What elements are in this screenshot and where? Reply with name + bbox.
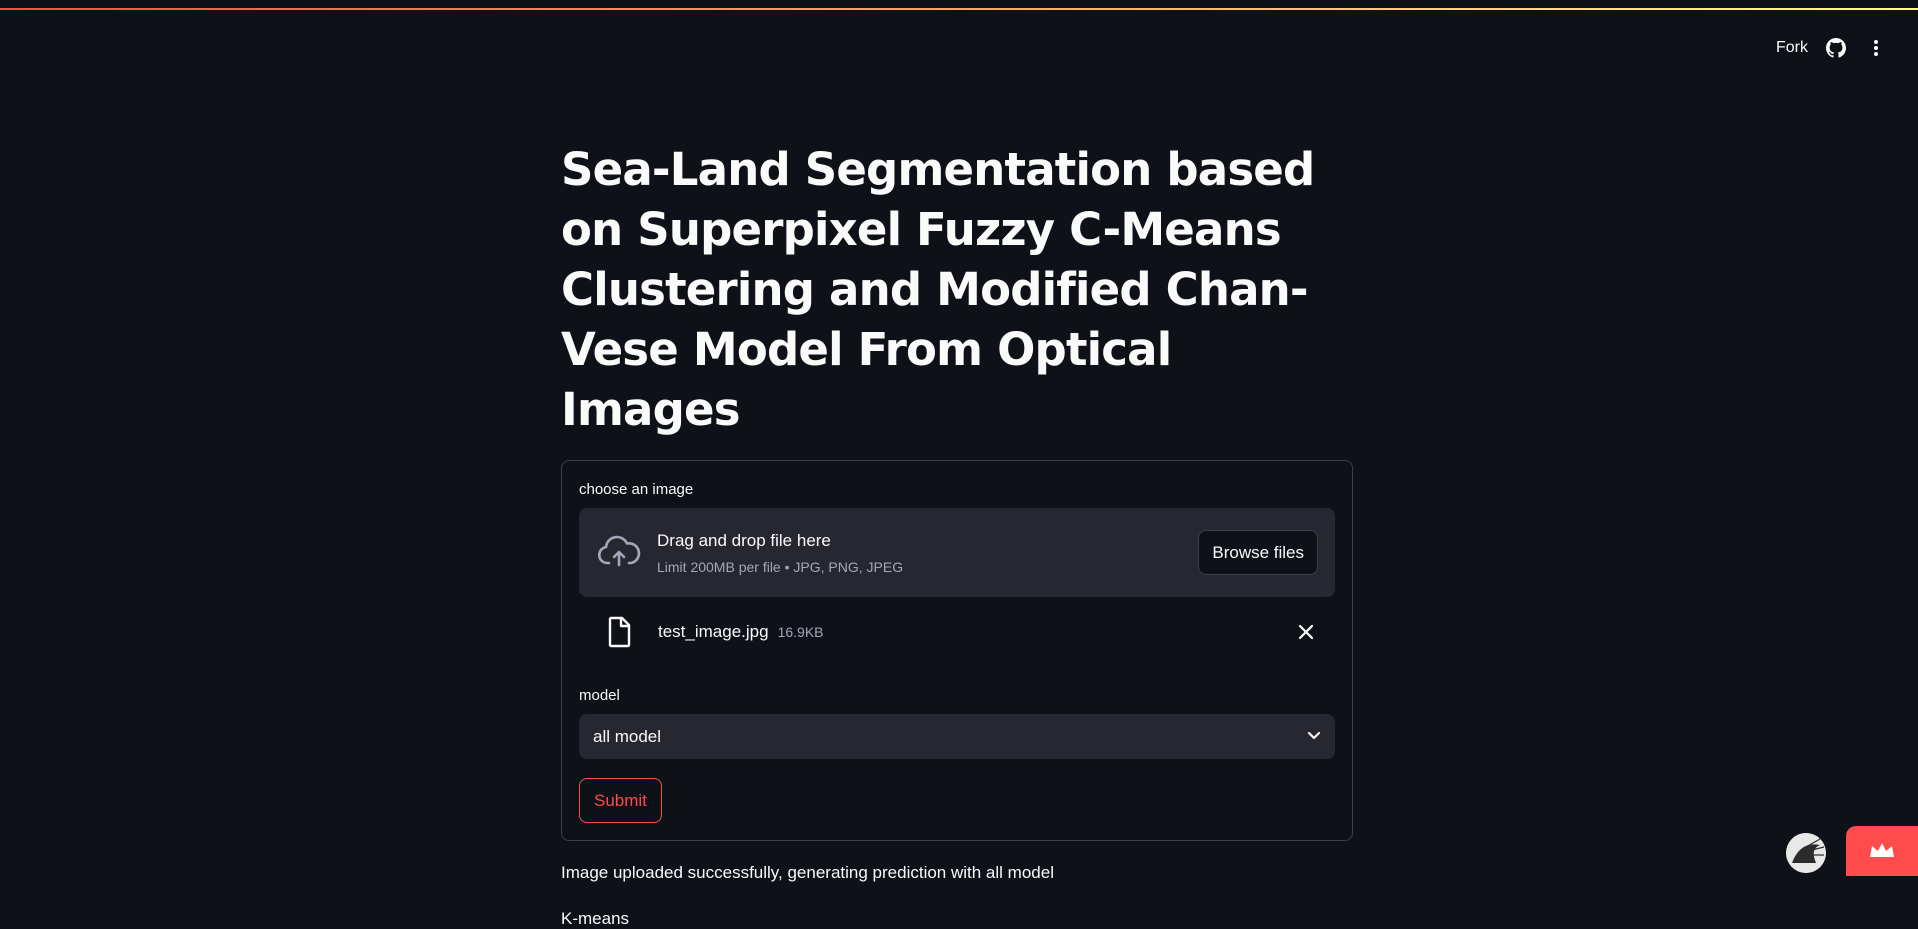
kebab-menu-icon[interactable]	[1864, 36, 1888, 60]
file-name: test_image.jpg	[658, 622, 769, 641]
uploader-label: choose an image	[579, 481, 694, 498]
header-toolbar: Fork	[1776, 36, 1888, 60]
model-select[interactable]: all model	[579, 714, 1335, 759]
file-icon	[604, 615, 634, 649]
dropzone-title: Drag and drop file here	[657, 530, 831, 550]
crown-icon[interactable]	[1846, 826, 1918, 876]
model-select-value: all model	[593, 726, 662, 746]
avatar[interactable]	[1786, 833, 1826, 873]
file-dropzone[interactable]: Drag and drop file here Limit 200MB per …	[579, 508, 1335, 597]
upload-form: choose an image Drag and drop file here …	[561, 460, 1353, 841]
browse-files-button[interactable]: Browse files	[1198, 530, 1318, 575]
model-label: model	[579, 687, 620, 704]
file-size: 16.9KB	[777, 624, 824, 640]
top-decoration-mask	[0, 0, 1918, 8]
dropzone-text: Drag and drop file here Limit 200MB per …	[657, 531, 1198, 575]
dropzone-subtitle: Limit 200MB per file • JPG, PNG, JPEG	[657, 558, 904, 575]
section-label: K-means	[561, 909, 630, 928]
fork-link[interactable]: Fork	[1776, 39, 1808, 57]
main-content: Sea-Land Segmentation based on Superpixe…	[561, 140, 1353, 929]
submit-button[interactable]: Submit	[579, 778, 662, 823]
chevron-down-icon	[1307, 728, 1321, 746]
close-icon[interactable]	[1295, 621, 1317, 643]
status-message: Image uploaded successfully, generating …	[561, 863, 1054, 882]
cloud-upload-icon	[597, 531, 641, 575]
page-title: Sea-Land Segmentation based on Superpixe…	[561, 143, 1315, 436]
uploaded-file-row: test_image.jpg 16.9KB	[579, 597, 1335, 667]
github-icon[interactable]	[1824, 36, 1848, 60]
